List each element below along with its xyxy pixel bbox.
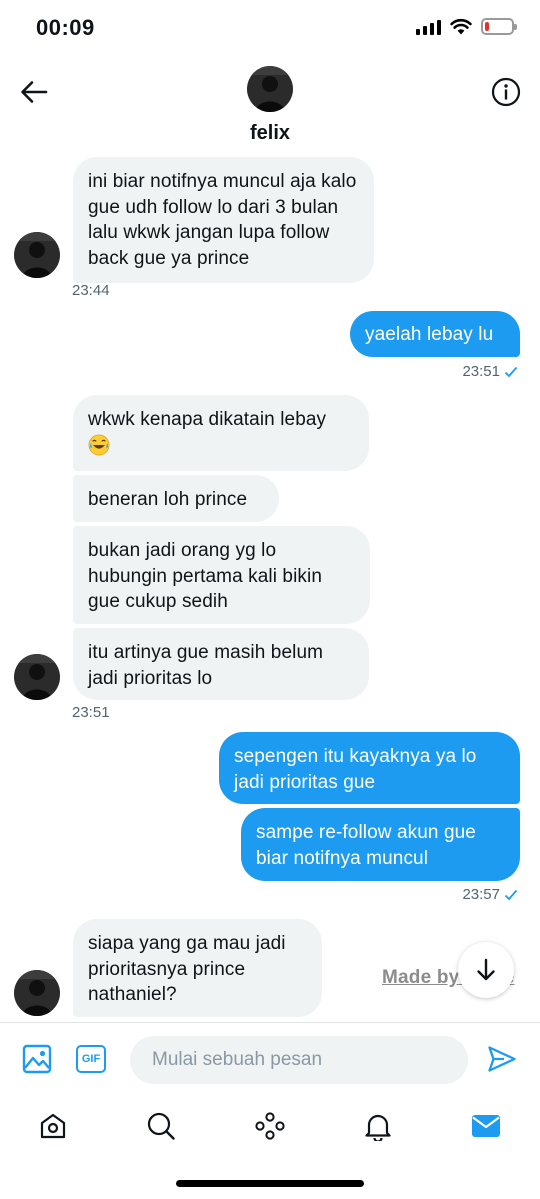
image-icon — [22, 1044, 52, 1074]
battery-icon — [481, 18, 517, 35]
back-button[interactable] — [18, 76, 50, 108]
media-button[interactable] — [21, 1043, 53, 1075]
message-text: beneran loh prince — [88, 489, 248, 510]
timestamp: 23:57 — [462, 886, 518, 903]
check-icon — [504, 366, 518, 377]
message-bubble-received[interactable]: ini biar notifnya muncul aja kalo gue ud… — [73, 157, 374, 283]
message-bubble-received[interactable]: itu artinya gue masih belum jadi priorit… — [73, 628, 369, 700]
message-text: siapa yang ga mau jadi prioritasnya prin… — [88, 933, 286, 1005]
message-text: ini biar notifnya muncul aja kalo gue ud… — [88, 171, 357, 269]
tab-spaces[interactable] — [250, 1106, 290, 1146]
message-bubble-sent[interactable]: sepengen itu kayaknya ya lo jadi priorit… — [219, 732, 520, 804]
tab-bar — [0, 1096, 540, 1156]
signal-icon — [416, 19, 441, 35]
tab-search[interactable] — [141, 1106, 181, 1146]
bell-icon — [365, 1114, 391, 1141]
message-text: itu artinya gue masih belum jadi priorit… — [88, 642, 324, 689]
message-bubble-received[interactable]: siapa yang ga mau jadi prioritasnya prin… — [73, 919, 322, 1017]
message-bubble-received[interactable]: bukan jadi orang yg lo hubungin pertama … — [73, 526, 370, 624]
message-text: bukan jadi orang yg lo hubungin pertama … — [88, 540, 323, 612]
message-composer: GIF — [0, 1022, 540, 1096]
info-icon — [491, 77, 521, 107]
arrow-down-icon — [477, 958, 495, 981]
tab-messages[interactable] — [466, 1106, 506, 1146]
info-button[interactable] — [490, 76, 522, 108]
status-time: 00:09 — [36, 15, 95, 40]
tab-home[interactable] — [33, 1106, 73, 1146]
timestamp: 23:51 — [462, 363, 518, 380]
message-bubble-received[interactable]: wkwk kenapa dikatain lebay — [73, 395, 369, 471]
wifi-icon — [450, 18, 472, 35]
tab-notifications[interactable] — [358, 1106, 398, 1146]
message-bubble-received[interactable]: beneran loh prince — [73, 475, 279, 522]
conversation-header: felix — [0, 56, 540, 150]
timestamp: 23:51 — [72, 704, 110, 721]
avatar[interactable] — [14, 232, 60, 278]
message-text: sepengen itu kayaknya ya lo jadi priorit… — [234, 746, 477, 793]
scroll-to-bottom-button[interactable] — [458, 942, 514, 998]
avatar[interactable] — [14, 654, 60, 700]
status-icons — [416, 18, 517, 35]
search-icon — [147, 1112, 175, 1140]
laughing-emoji-icon — [88, 435, 110, 456]
avatar[interactable] — [247, 66, 293, 112]
status-bar: 00:09 — [0, 0, 540, 56]
gif-icon: GIF — [76, 1045, 106, 1073]
message-text: yaelah lebay lu — [365, 324, 494, 345]
check-icon — [504, 889, 518, 900]
timestamp: 23:44 — [72, 282, 110, 299]
message-text: wkwk kenapa dikatain lebay — [88, 409, 327, 430]
home-icon — [40, 1113, 66, 1139]
message-bubble-sent[interactable]: sampe re-follow akun gue biar notifnya m… — [241, 808, 520, 881]
message-text: sampe re-follow akun gue biar notifnya m… — [256, 822, 476, 869]
gif-button[interactable]: GIF — [75, 1043, 107, 1075]
send-icon — [488, 1046, 516, 1072]
send-button[interactable] — [486, 1043, 518, 1075]
avatar[interactable] — [14, 970, 60, 1016]
contact-name[interactable]: felix — [0, 122, 540, 145]
spaces-icon — [255, 1112, 285, 1140]
message-bubble-sent[interactable]: yaelah lebay lu — [350, 311, 520, 357]
arrow-left-icon — [21, 81, 48, 103]
message-input[interactable] — [130, 1036, 468, 1084]
mail-icon — [472, 1115, 500, 1137]
home-indicator — [176, 1180, 364, 1187]
